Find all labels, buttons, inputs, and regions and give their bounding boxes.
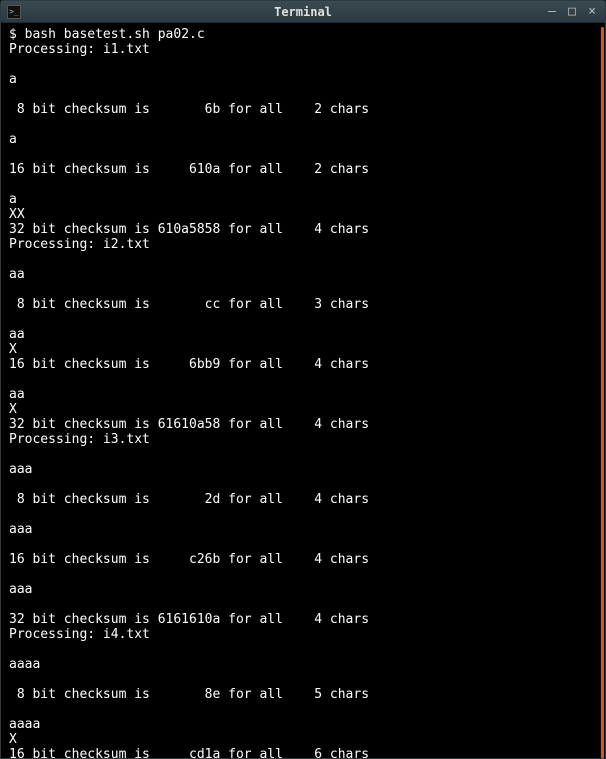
output-line: 16 bit checksum is cd1a for all 6 chars (9, 747, 369, 758)
window-title: Terminal (274, 5, 332, 19)
output-line: aaaa (9, 717, 40, 732)
output-line: 16 bit checksum is 6bb9 for all 4 chars (9, 357, 369, 372)
terminal-output[interactable]: $ bash basetest.sh pa02.c Processing: i1… (1, 23, 605, 758)
output-line: aaa (9, 462, 32, 477)
output-line: 32 bit checksum is 6161610a for all 4 ch… (9, 612, 369, 627)
minimize-button[interactable]: – (545, 5, 559, 18)
output-line: XX (9, 207, 25, 222)
output-line: Processing: i1.txt (9, 42, 150, 57)
output-line: aaaa (9, 657, 40, 672)
output-line: a (9, 192, 17, 207)
titlebar[interactable]: >_ Terminal – □ × (1, 1, 605, 23)
command-text: bash basetest.sh pa02.c (25, 27, 205, 42)
output-line: aaa (9, 522, 32, 537)
output-line: X (9, 342, 17, 357)
prompt-symbol: $ (9, 27, 17, 42)
window-controls: – □ × (545, 5, 599, 18)
output-line: Processing: i4.txt (9, 627, 150, 642)
output-line: 8 bit checksum is 6b for all 2 chars (9, 102, 369, 117)
output-line: aa (9, 327, 25, 342)
output-line: 32 bit checksum is 61610a58 for all 4 ch… (9, 417, 369, 432)
maximize-button[interactable]: □ (565, 5, 579, 18)
output-line: 8 bit checksum is 2d for all 4 chars (9, 492, 369, 507)
output-line: 8 bit checksum is cc for all 3 chars (9, 297, 369, 312)
terminal-window: >_ Terminal – □ × $ bash basetest.sh pa0… (0, 0, 606, 759)
output-line: 32 bit checksum is 610a5858 for all 4 ch… (9, 222, 369, 237)
output-line: 16 bit checksum is 610a for all 2 chars (9, 162, 369, 177)
output-line: a (9, 72, 17, 87)
close-button[interactable]: × (585, 5, 599, 18)
output-line: X (9, 732, 17, 747)
output-line: Processing: i2.txt (9, 237, 150, 252)
output-line: 16 bit checksum is c26b for all 4 chars (9, 552, 369, 567)
output-line: aaa (9, 582, 32, 597)
output-line: aa (9, 387, 25, 402)
output-line: X (9, 402, 17, 417)
output-line: a (9, 132, 17, 147)
terminal-icon: >_ (7, 5, 21, 19)
output-line: Processing: i3.txt (9, 432, 150, 447)
scrollbar-thumb[interactable] (601, 27, 604, 758)
output-line: 8 bit checksum is 8e for all 5 chars (9, 687, 369, 702)
output-line: aa (9, 267, 25, 282)
